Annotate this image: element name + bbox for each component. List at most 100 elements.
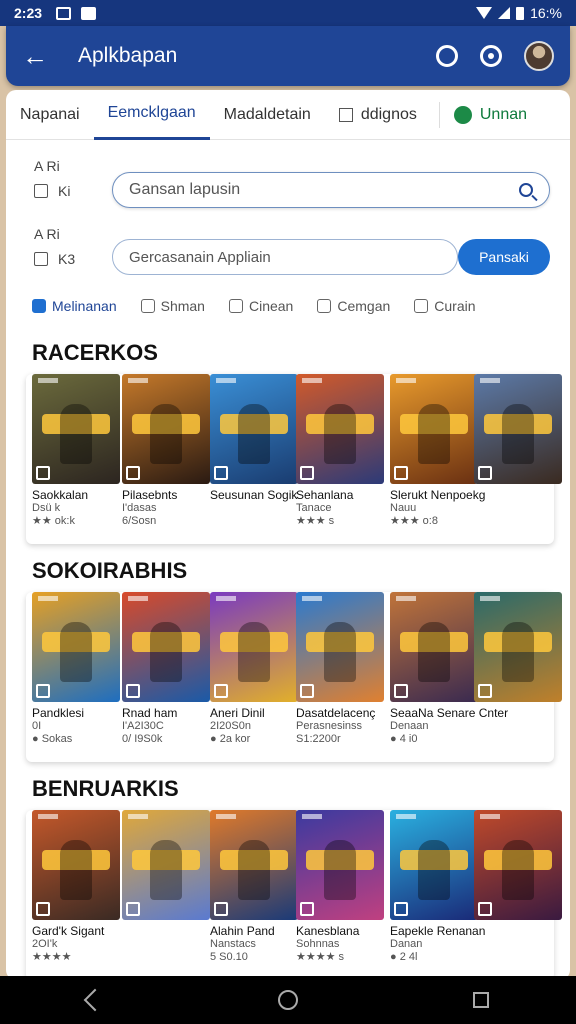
cover-art-top — [128, 596, 148, 601]
cover-art-top — [302, 596, 322, 601]
tab-unnan[interactable]: Unnan — [440, 90, 541, 140]
rating-badge-icon — [36, 684, 50, 698]
chip-shman[interactable]: Shman — [140, 298, 205, 314]
game-subtitle: 0I — [32, 720, 42, 732]
game-card[interactable]: Pilasebnts I'dasas 6/Sosn — [122, 374, 210, 544]
rating-badge-icon — [394, 466, 408, 480]
game-card[interactable]: SeaaNa Senare Cnter Denaan ● 4 i0 — [390, 592, 509, 762]
game-card[interactable]: Seusunan Sogik — [210, 374, 298, 544]
filter-checkbox-1[interactable] — [34, 184, 48, 198]
cover-art-fig — [324, 840, 356, 900]
cover-art-top — [128, 378, 148, 383]
game-cover[interactable] — [122, 374, 210, 484]
game-card[interactable]: Rnad ham I'A2I30C 0/ I9S0k — [122, 592, 210, 762]
game-cover[interactable] — [122, 810, 210, 920]
game-subtitle: I'A2I30C — [122, 720, 164, 732]
cover-art-top — [396, 596, 416, 601]
game-rating: S1:2200r — [296, 733, 341, 745]
game-card[interactable]: Kanesblana Sohnnas ★★★★ s — [296, 810, 384, 980]
chip-melinanan[interactable]: Melinanan — [32, 298, 117, 314]
game-card[interactable]: Gard'k Sigant 2OI'k ★★★★ — [32, 810, 120, 980]
signal-icon — [498, 7, 511, 19]
game-rating: 0/ I9S0k — [122, 733, 163, 745]
game-card[interactable]: Saokkalan Dsü k ★★ ok:k — [32, 374, 120, 544]
cover-art-fig — [502, 404, 534, 464]
game-cover[interactable] — [210, 592, 298, 702]
game-card[interactable]: Sehanlana Tanace ★★★ s — [296, 374, 384, 544]
game-cover[interactable] — [390, 592, 478, 702]
game-card[interactable] — [474, 592, 562, 762]
chip-label: Curain — [434, 298, 476, 314]
tab-eemcklgaan[interactable]: Eemcklgaan — [93, 90, 210, 140]
cover-art-fig — [238, 622, 270, 682]
game-card[interactable] — [474, 810, 562, 980]
game-cover[interactable] — [474, 374, 562, 484]
game-card[interactable]: Dasatdelacenç Perasnesinss S1:2200r — [296, 592, 384, 762]
game-card[interactable]: Alahin Pand Nanstacs 5 S0.10 — [210, 810, 298, 980]
game-title: Eapekle Renanan — [390, 924, 486, 938]
game-card[interactable]: Aneri Dinil 2I20S0n ● 2a kor — [210, 592, 298, 762]
game-cover[interactable] — [32, 592, 120, 702]
game-card[interactable]: Eapekle Renanan Danan ● 2 4l — [390, 810, 486, 980]
wifi-icon — [476, 7, 493, 19]
chip-icon — [140, 299, 155, 313]
game-title: Kanesblana — [296, 924, 360, 938]
search-icon[interactable] — [436, 45, 458, 67]
game-cover[interactable] — [474, 592, 562, 702]
tab-napanai[interactable]: Napanai — [6, 90, 94, 140]
settings-icon[interactable] — [480, 45, 502, 67]
cover-art-fig — [324, 404, 356, 464]
cover-art-top — [216, 814, 236, 819]
nav-recents-icon[interactable] — [472, 992, 489, 1008]
cover-art-top — [302, 814, 322, 819]
nav-back-icon[interactable] — [84, 988, 107, 1012]
game-cover[interactable] — [210, 374, 298, 484]
chip-cemgan[interactable]: Cemgan — [317, 298, 390, 314]
game-subtitle: Dsü k — [32, 502, 61, 514]
game-cover[interactable] — [32, 810, 120, 920]
cover-art-top — [396, 814, 416, 819]
game-title: SeaaNa Senare Cnter — [390, 706, 509, 720]
game-cover[interactable] — [390, 810, 478, 920]
game-cover[interactable] — [474, 810, 562, 920]
chip-cinean[interactable]: Cinean — [228, 298, 293, 314]
rating-badge-icon — [214, 466, 228, 480]
game-cover[interactable] — [210, 810, 298, 920]
cover-art-top — [216, 378, 236, 383]
game-cover[interactable] — [296, 592, 384, 702]
chip-curain[interactable]: Curain — [414, 298, 476, 314]
game-cover[interactable] — [296, 374, 384, 484]
game-subtitle: Nauu — [390, 502, 417, 514]
filter-checkbox-2[interactable] — [34, 252, 48, 266]
chip-icon — [228, 299, 243, 313]
search-button[interactable]: Pansaki — [458, 239, 550, 275]
rating-badge-icon — [126, 466, 140, 480]
cover-art-fig — [150, 404, 182, 464]
game-card[interactable]: Slerukt Nenpoekg Nauu ★★★ o:8 — [390, 374, 486, 544]
magnifier-icon[interactable] — [519, 183, 533, 197]
tab-madaldetain[interactable]: Madaldetain — [210, 90, 325, 140]
game-card[interactable] — [122, 810, 210, 980]
game-shelf: Pandklesi 0I ● Sokas Rnad ham I'A2I30C 0/ I9S… — [26, 592, 562, 762]
game-card[interactable] — [474, 374, 562, 544]
game-title: Seusunan Sogik — [210, 488, 298, 502]
game-rating: 6/Sosn — [122, 515, 157, 527]
square-icon — [338, 107, 353, 122]
game-title: Slerukt Nenpoekg — [390, 488, 486, 502]
back-arrow-icon[interactable]: ← — [22, 41, 52, 72]
game-cover[interactable] — [122, 592, 210, 702]
game-subtitle: Denaan — [390, 720, 429, 732]
nav-home-icon[interactable] — [277, 990, 298, 1010]
game-card[interactable]: Pandklesi 0I ● Sokas — [32, 592, 120, 762]
filter-label-1: A Ri — [34, 158, 60, 174]
game-cover[interactable] — [296, 810, 384, 920]
game-cover[interactable] — [32, 374, 120, 484]
game-shelf: Saokkalan Dsü k ★★ ok:k Pilasebnts I'dasas 6/… — [26, 374, 562, 544]
avatar[interactable] — [524, 41, 554, 71]
app-search-field[interactable]: Gercasanain Appliain — [112, 239, 458, 275]
cover-art-fig — [502, 622, 534, 682]
tab-ddignos[interactable]: ddignos — [325, 90, 431, 140]
game-rating: ★★★★ s — [296, 951, 345, 963]
game-cover[interactable] — [390, 374, 478, 484]
search-input[interactable]: Gansan lapusin — [112, 172, 550, 208]
